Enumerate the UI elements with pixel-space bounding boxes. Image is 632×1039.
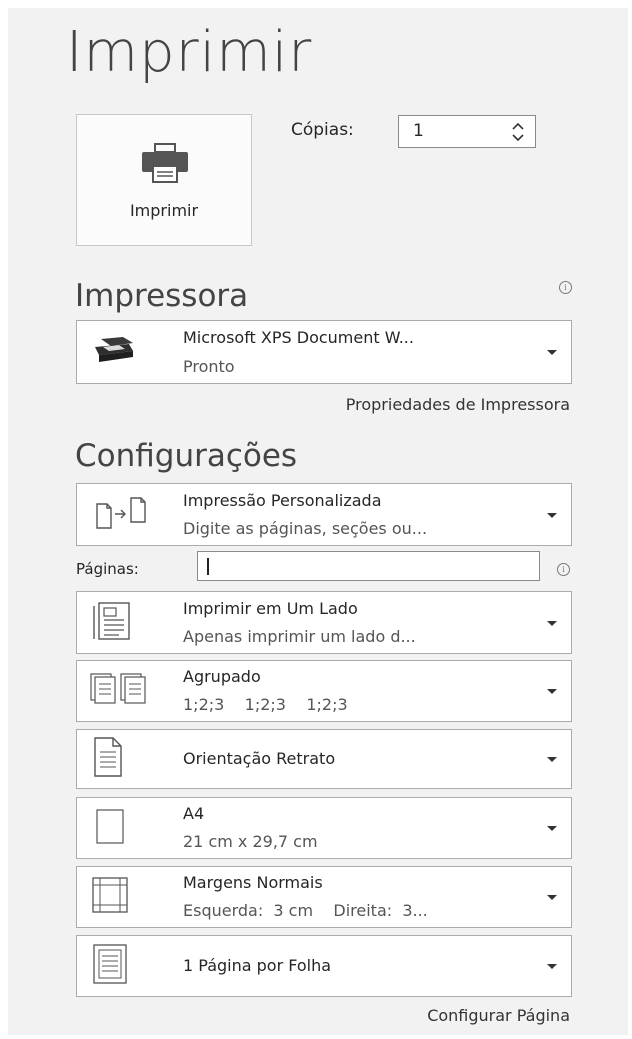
paper-size-icon	[89, 807, 129, 849]
chevron-down-icon	[547, 512, 557, 518]
sides-title: Imprimir em Um Lado	[183, 599, 358, 618]
chevron-down-icon	[547, 620, 557, 626]
orientation-dropdown[interactable]: Orientação Retrato	[76, 729, 572, 789]
printer-device-icon	[89, 335, 137, 369]
paper-size-dropdown[interactable]: A4 21 cm x 29,7 cm	[76, 797, 572, 859]
paper-size-title: A4	[183, 804, 205, 823]
page-setup-link[interactable]: Configurar Página	[427, 1006, 570, 1025]
print-button[interactable]: Imprimir	[76, 114, 252, 246]
pages-per-sheet-title: 1 Página por Folha	[183, 956, 332, 975]
collated-icon	[89, 672, 155, 710]
text-cursor	[207, 558, 209, 575]
copies-stepper[interactable]: 1	[398, 115, 536, 148]
collation-title: Agrupado	[183, 667, 261, 686]
printer-status: Pronto	[183, 357, 235, 376]
info-icon[interactable]: i	[557, 563, 570, 576]
pages-label: Páginas:	[76, 560, 139, 578]
margins-subtitle: Esquerda: 3 cm Direita: 3...	[183, 901, 428, 920]
print-button-label: Imprimir	[129, 201, 199, 220]
print-range-dropdown[interactable]: Impressão Personalizada Digite as página…	[76, 483, 572, 546]
custom-print-icon	[89, 494, 153, 536]
printer-dropdown[interactable]: Microsoft XPS Document W... Pronto	[76, 320, 572, 384]
one-side-icon	[89, 601, 137, 645]
margins-dropdown[interactable]: Margens Normais Esquerda: 3 cm Direita: …	[76, 866, 572, 928]
chevron-down-icon	[547, 826, 557, 831]
copies-label: Cópias:	[291, 120, 354, 140]
print-range-subtitle: Digite as páginas, seções ou...	[183, 519, 428, 538]
copies-value: 1	[413, 121, 424, 141]
page-title: Imprimir	[66, 20, 313, 85]
settings-heading: Configurações	[75, 438, 298, 474]
chevron-down-icon	[547, 757, 557, 762]
pages-input[interactable]	[197, 551, 540, 581]
spinner-arrows-icon[interactable]	[511, 120, 525, 144]
orientation-title: Orientação Retrato	[183, 749, 336, 768]
chevron-down-icon	[547, 350, 557, 355]
print-range-title: Impressão Personalizada	[183, 491, 382, 510]
sides-dropdown[interactable]: Imprimir em Um Lado Apenas imprimir um l…	[76, 591, 572, 654]
pages-per-sheet-dropdown[interactable]: 1 Página por Folha	[76, 935, 572, 997]
printer-properties-link[interactable]: Propriedades de Impressora	[346, 395, 570, 414]
margins-title: Margens Normais	[183, 873, 323, 892]
chevron-down-icon	[547, 689, 557, 694]
chevron-down-icon	[547, 895, 557, 900]
printer-heading: Impressora	[75, 278, 249, 314]
pages-per-sheet-icon	[89, 943, 133, 989]
portrait-icon	[89, 736, 129, 782]
paper-size-subtitle: 21 cm x 29,7 cm	[183, 832, 318, 851]
collation-dropdown[interactable]: Agrupado 1;2;3 1;2;3 1;2;3	[76, 660, 572, 722]
printer-icon	[134, 142, 196, 190]
info-icon[interactable]: i	[559, 281, 572, 294]
collation-subtitle: 1;2;3 1;2;3 1;2;3	[183, 695, 348, 714]
chevron-down-icon	[547, 964, 557, 969]
sides-subtitle: Apenas imprimir um lado d...	[183, 627, 416, 646]
printer-name: Microsoft XPS Document W...	[183, 328, 414, 347]
margins-icon	[89, 875, 133, 919]
